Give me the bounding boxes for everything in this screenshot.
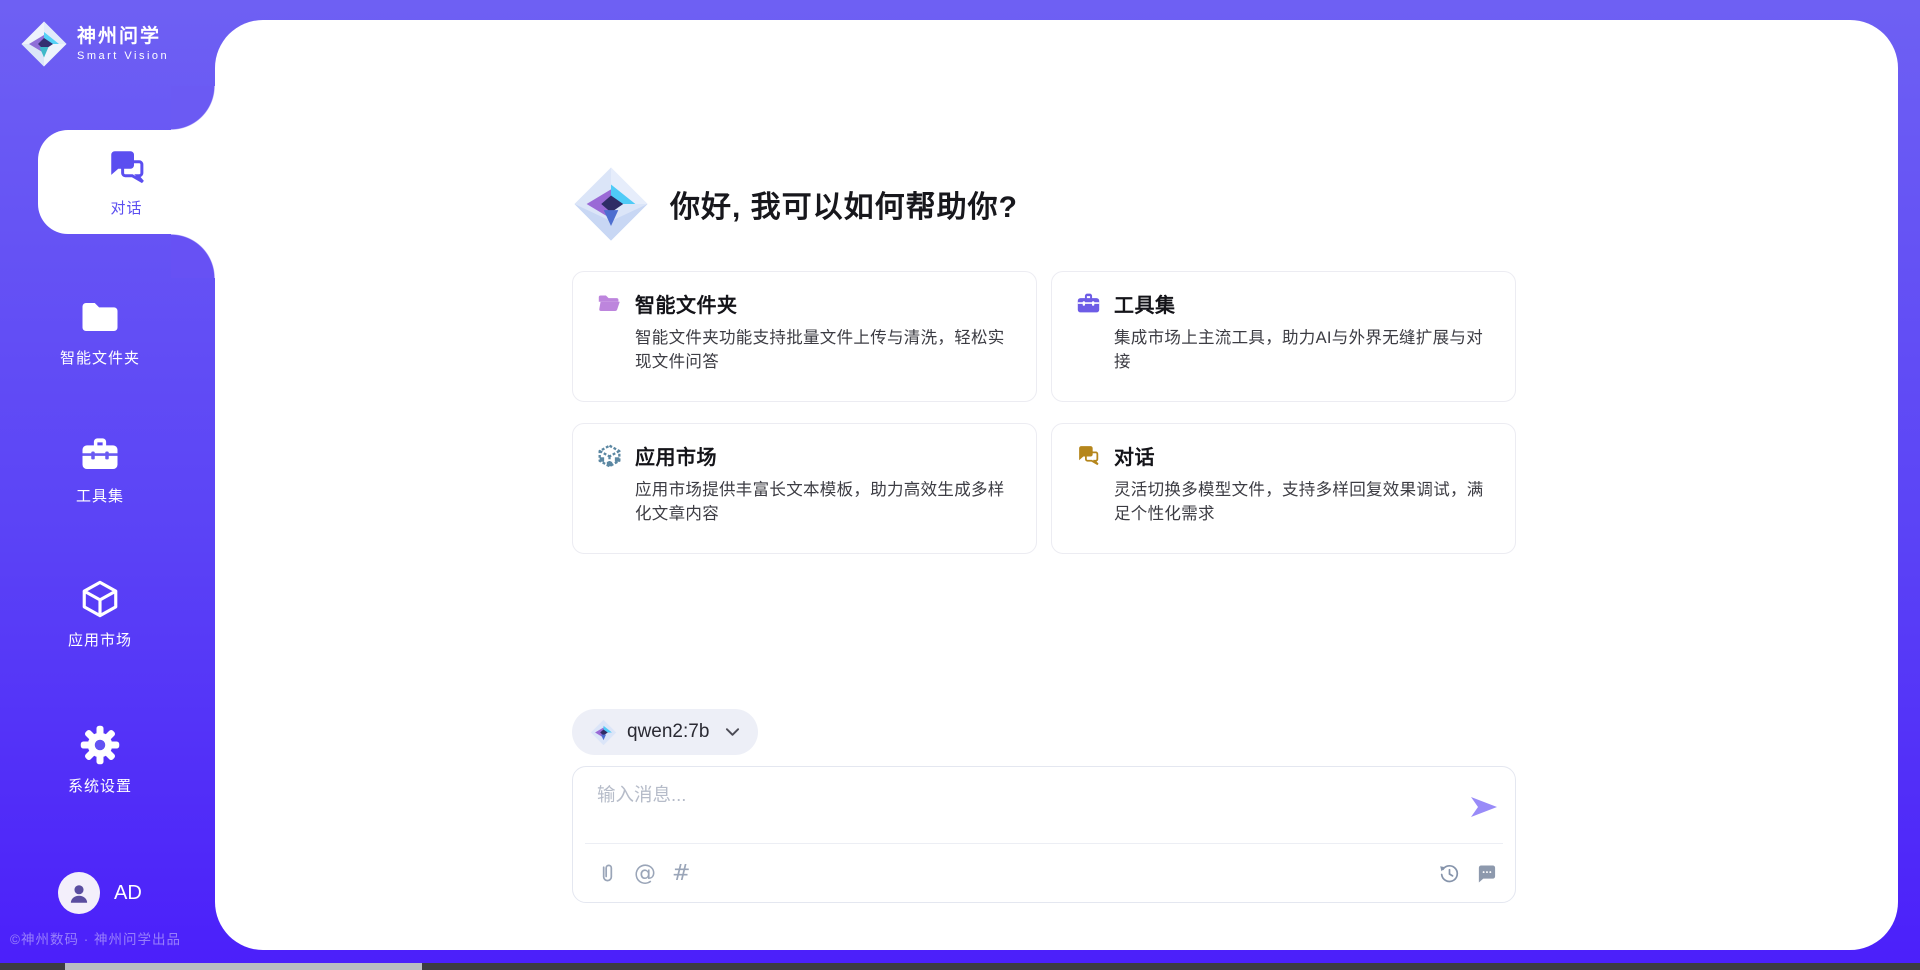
mention-button[interactable]: @ bbox=[634, 863, 656, 885]
card-app-market[interactable]: 应用市场 应用市场提供丰富长文本模板，助力高效生成多样化文章内容 bbox=[572, 423, 1037, 554]
sidebar-item-label: 系统设置 bbox=[68, 775, 132, 796]
folder-icon bbox=[79, 296, 121, 338]
model-selector[interactable]: qwen2:7b bbox=[572, 709, 758, 755]
sidebar-item-label: 对话 bbox=[110, 197, 142, 218]
chat-bubbles-icon bbox=[106, 146, 148, 188]
card-toolset[interactable]: 工具集 集成市场上主流工具，助力AI与外界无缝扩展与对接 bbox=[1051, 271, 1516, 402]
person-icon bbox=[66, 880, 92, 906]
card-smart-folder[interactable]: 智能文件夹 智能文件夹功能支持批量文件上传与清洗，轻松实现文件问答 bbox=[572, 271, 1037, 402]
copyright-text: ©神州数码 · 神州问学出品 bbox=[10, 928, 181, 948]
gear-icon bbox=[79, 724, 121, 766]
main-panel: 你好, 我可以如何帮助你? 智能文件夹 智能文件夹功能支持批量文件上传与清洗，轻… bbox=[215, 20, 1898, 950]
avatar bbox=[58, 872, 100, 914]
horizontal-scrollbar[interactable] bbox=[0, 963, 1920, 970]
attach-file-button[interactable] bbox=[597, 863, 618, 884]
sidebar-item-settings[interactable]: 系统设置 bbox=[0, 724, 200, 796]
assistant-diamond-icon bbox=[572, 165, 650, 243]
sidebar-item-toolset[interactable]: 工具集 bbox=[0, 434, 200, 506]
card-title: 应用市场 bbox=[635, 441, 717, 470]
history-clock-icon bbox=[1439, 863, 1460, 884]
sidebar-item-label: 智能文件夹 bbox=[60, 347, 140, 368]
topic-button[interactable]: # bbox=[672, 863, 690, 885]
chevron-down-icon bbox=[725, 727, 740, 737]
chat-square-icon bbox=[1476, 863, 1497, 884]
user-profile[interactable]: AD bbox=[58, 872, 142, 914]
send-icon bbox=[1469, 794, 1499, 820]
input-toolbar: @ # bbox=[597, 844, 1497, 903]
sidebar-item-smart-folder[interactable]: 智能文件夹 bbox=[0, 296, 200, 368]
send-button[interactable] bbox=[1469, 794, 1499, 820]
hash-icon: # bbox=[672, 863, 690, 885]
card-title: 对话 bbox=[1114, 441, 1155, 470]
sidebar: 神州问学 Smart Vision 对话 智能文件夹 工具集 应用市场 bbox=[0, 0, 215, 963]
user-name: AD bbox=[114, 882, 142, 905]
tile-cube-icon bbox=[597, 443, 622, 468]
sidebar-item-chat[interactable]: 对话 bbox=[38, 130, 215, 234]
sidebar-item-label: 工具集 bbox=[76, 485, 124, 506]
model-diamond-icon bbox=[590, 719, 617, 746]
card-chat[interactable]: 对话 灵活切换多模型文件，支持多样回复效果调试，满足个性化需求 bbox=[1051, 423, 1516, 554]
app-logo: 神州问学 Smart Vision bbox=[20, 20, 169, 68]
card-title: 工具集 bbox=[1114, 289, 1176, 318]
feature-cards: 智能文件夹 智能文件夹功能支持批量文件上传与清洗，轻松实现文件问答 工具集 集成… bbox=[572, 271, 1516, 554]
greeting-text: 你好, 我可以如何帮助你? bbox=[670, 182, 1018, 226]
history-button[interactable] bbox=[1439, 863, 1460, 884]
paperclip-icon bbox=[597, 863, 618, 884]
greeting-row: 你好, 我可以如何帮助你? bbox=[572, 165, 1516, 243]
briefcase-icon bbox=[1076, 291, 1101, 316]
cube-icon bbox=[79, 578, 121, 620]
new-chat-button[interactable] bbox=[1476, 863, 1497, 884]
brand-subtitle: Smart Vision bbox=[77, 50, 169, 62]
card-description: 智能文件夹功能支持批量文件上传与清洗，轻松实现文件问答 bbox=[635, 327, 1012, 375]
chat-bubbles-icon bbox=[1076, 443, 1101, 468]
message-input[interactable] bbox=[597, 781, 1457, 836]
card-description: 集成市场上主流工具，助力AI与外界无缝扩展与对接 bbox=[1114, 327, 1491, 375]
card-title: 智能文件夹 bbox=[635, 289, 738, 318]
card-description: 应用市场提供丰富长文本模板，助力高效生成多样化文章内容 bbox=[635, 479, 1012, 527]
brand-name: 神州问学 bbox=[77, 26, 169, 48]
folder-open-icon bbox=[597, 291, 622, 316]
main-content: 你好, 我可以如何帮助你? 智能文件夹 智能文件夹功能支持批量文件上传与清洗，轻… bbox=[572, 20, 1516, 903]
brand-diamond-icon bbox=[20, 20, 68, 68]
card-description: 灵活切换多模型文件，支持多样回复效果调试，满足个性化需求 bbox=[1114, 479, 1491, 527]
message-input-card: @ # bbox=[572, 766, 1516, 903]
scrollbar-thumb[interactable] bbox=[65, 963, 422, 970]
model-name: qwen2:7b bbox=[627, 721, 709, 743]
sidebar-item-label: 应用市场 bbox=[68, 629, 132, 650]
sidebar-item-app-market[interactable]: 应用市场 bbox=[0, 578, 200, 650]
briefcase-icon bbox=[79, 434, 121, 476]
at-icon: @ bbox=[634, 863, 656, 885]
